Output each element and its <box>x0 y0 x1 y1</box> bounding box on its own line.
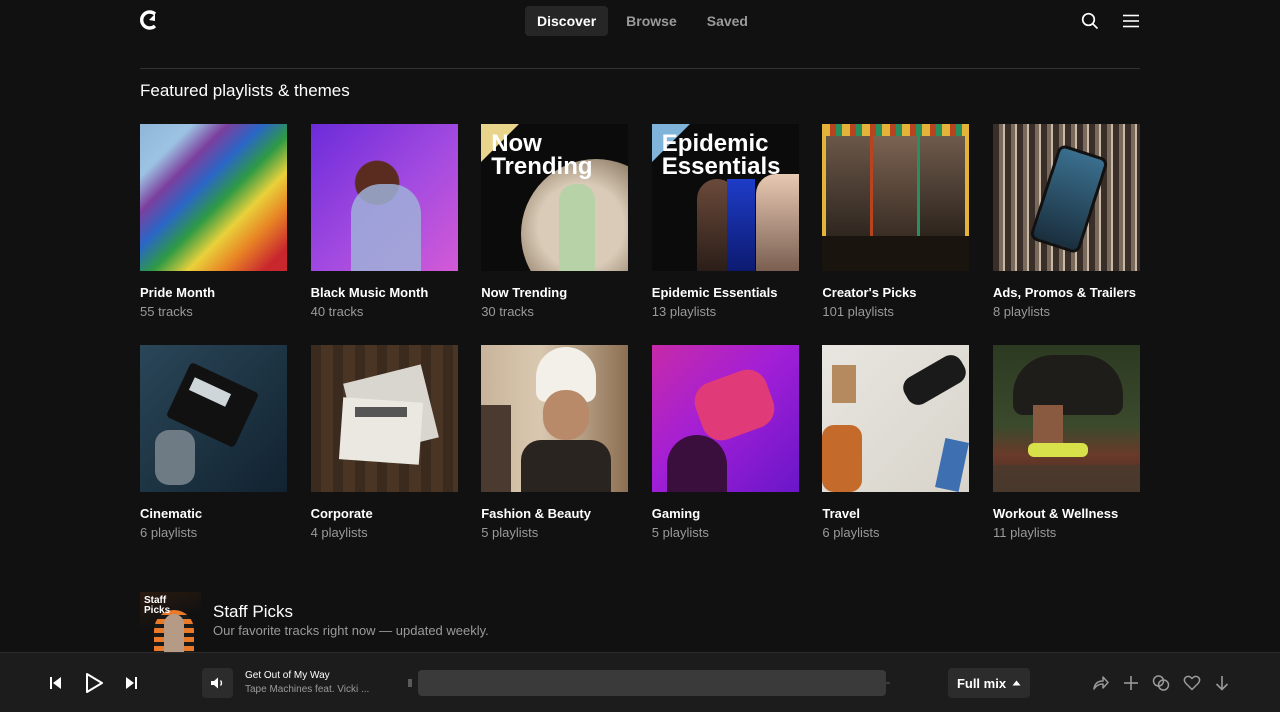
staff-picks-description: Our favorite tracks right now — updated … <box>213 623 489 638</box>
playlist-card-pride-month[interactable]: Pride Month 55 tracks <box>140 124 287 319</box>
heart-icon[interactable] <box>1183 674 1201 692</box>
playlist-count: 8 playlists <box>992 304 1051 319</box>
share-icon[interactable] <box>1092 674 1110 692</box>
playlist-card-epidemic-essentials[interactable]: Epidemic Essentials Epidemic Essentials … <box>651 124 799 319</box>
playlist-cover[interactable] <box>310 345 458 492</box>
playlist-card-workout-wellness[interactable]: Workout & Wellness 11 playlists <box>992 345 1140 540</box>
playlist-count: 13 playlists <box>651 304 717 319</box>
playlist-count: 4 playlists <box>310 525 368 540</box>
playlist-count: 40 tracks <box>310 304 364 319</box>
next-icon[interactable] <box>125 676 138 690</box>
playlist-title[interactable]: Travel <box>822 506 969 521</box>
playlist-cover[interactable]: Now Trending <box>481 124 629 271</box>
playlist-card-corporate[interactable]: Corporate 4 playlists <box>310 345 458 540</box>
playlist-cover[interactable] <box>651 345 799 492</box>
playlist-count: 101 playlists <box>822 304 894 319</box>
waveform[interactable] <box>408 668 890 698</box>
playlist-count: 6 playlists <box>140 525 198 540</box>
playlist-card-creators-picks[interactable]: Creator's Picks 101 playlists <box>822 124 970 319</box>
playlist-card-black-music-month[interactable]: Black Music Month 40 tracks <box>310 124 458 319</box>
search-icon[interactable] <box>1081 12 1099 30</box>
playlist-title[interactable]: Gaming <box>652 506 799 521</box>
tab-browse[interactable]: Browse <box>614 6 689 36</box>
playlist-cover[interactable] <box>140 124 287 271</box>
cover-text: Epidemic Essentials <box>661 130 781 180</box>
playlist-cover[interactable] <box>481 345 629 492</box>
playlist-count: 30 tracks <box>481 304 534 319</box>
play-icon[interactable] <box>85 673 103 693</box>
volume-icon <box>211 677 223 689</box>
playlist-cover[interactable] <box>822 345 970 492</box>
volume-button[interactable] <box>202 668 233 698</box>
menu-icon[interactable] <box>1122 12 1140 30</box>
playlist-cover[interactable] <box>310 124 458 271</box>
playlist-title[interactable]: Ads, Promos & Trailers <box>993 285 1140 300</box>
playlist-title[interactable]: Corporate <box>311 506 458 521</box>
playlist-title[interactable]: Cinematic <box>140 506 287 521</box>
playlist-count: 6 playlists <box>822 525 880 540</box>
playlist-title[interactable]: Fashion & Beauty <box>481 506 628 521</box>
playlist-card-ads-promos-trailers[interactable]: Ads, Promos & Trailers 8 playlists <box>992 124 1140 319</box>
playlist-title[interactable]: Now Trending <box>481 285 628 300</box>
mix-selector[interactable]: Full mix <box>948 668 1030 698</box>
track-artist[interactable]: Tape Machines feat. Vicki ... <box>245 684 369 695</box>
tab-saved[interactable]: Saved <box>695 6 760 36</box>
playlist-card-now-trending[interactable]: Now Trending Now Trending 30 tracks <box>481 124 629 319</box>
playlist-count: 11 playlists <box>992 525 1057 540</box>
playlist-title[interactable]: Pride Month <box>140 285 287 300</box>
playlist-count: 5 playlists <box>481 525 539 540</box>
track-title[interactable]: Get Out of My Way <box>245 670 330 681</box>
page: Discover Browse Saved Featured playlists… <box>0 0 1280 712</box>
tab-discover[interactable]: Discover <box>525 6 609 36</box>
playlist-title[interactable]: Creator's Picks <box>822 285 969 300</box>
playlist-cover[interactable]: Epidemic Essentials <box>651 124 799 271</box>
playlist-title[interactable]: Black Music Month <box>311 285 458 300</box>
similar-icon[interactable] <box>1152 674 1170 692</box>
cover-text: Now Trending <box>491 130 593 180</box>
main-nav: Discover Browse Saved <box>525 6 760 36</box>
add-icon[interactable] <box>1122 674 1140 692</box>
section-title: Featured playlists & themes <box>140 81 350 100</box>
playlist-card-cinematic[interactable]: Cinematic 6 playlists <box>140 345 287 540</box>
top-bar: Discover Browse Saved <box>140 0 1140 42</box>
playlist-cover[interactable] <box>992 124 1140 271</box>
previous-icon[interactable] <box>49 676 62 690</box>
playlist-grid: Pride Month 55 tracks Black Music Month … <box>140 124 1140 540</box>
playlist-cover[interactable] <box>992 345 1140 492</box>
logo-icon[interactable] <box>140 10 158 30</box>
staff-picks-title[interactable]: Staff Picks <box>213 602 293 622</box>
playlist-count: 5 playlists <box>651 525 709 540</box>
caret-up-icon <box>1012 680 1021 686</box>
playlist-title[interactable]: Workout & Wellness <box>993 506 1140 521</box>
playlist-cover[interactable] <box>140 345 287 492</box>
staff-picks-cover-text: Staff Picks <box>144 595 171 616</box>
mix-label: Full mix <box>956 675 1007 691</box>
playlist-card-travel[interactable]: Travel 6 playlists <box>822 345 970 540</box>
playlist-card-gaming[interactable]: Gaming 5 playlists <box>651 345 799 540</box>
staff-picks-cover[interactable]: Staff Picks <box>140 592 201 652</box>
player-bar: Get Out of My Way Tape Machines feat. Vi… <box>0 652 1280 712</box>
playlist-title[interactable]: Epidemic Essentials <box>652 285 799 300</box>
header-divider <box>140 68 1140 69</box>
playlist-cover[interactable] <box>822 124 970 271</box>
download-icon[interactable] <box>1213 674 1231 692</box>
playlist-count: 55 tracks <box>140 304 193 319</box>
playlist-card-fashion-beauty[interactable]: Fashion & Beauty 5 playlists <box>481 345 629 540</box>
